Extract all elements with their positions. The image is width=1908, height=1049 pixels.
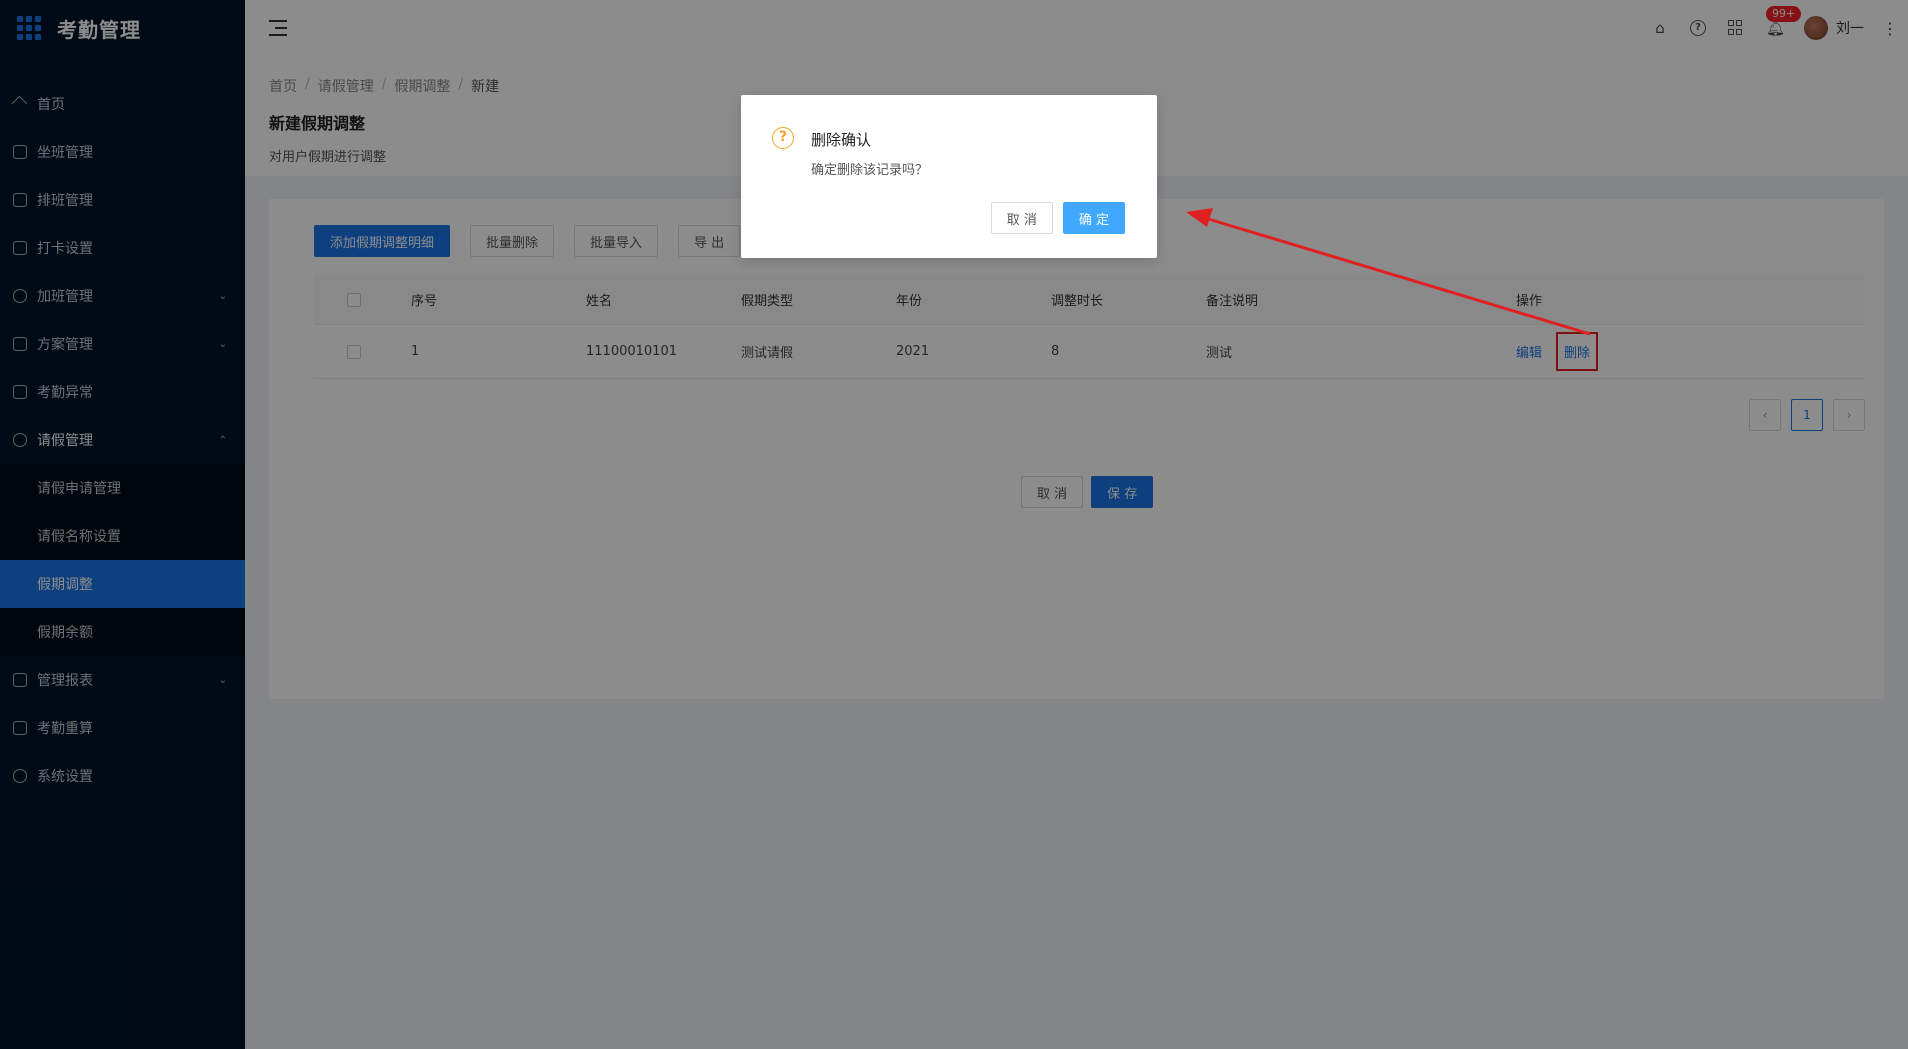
dialog-title: 删除确认 [811, 131, 872, 149]
delete-confirm-dialog: ? 删除确认 确定删除该记录吗？ 取 消 确 定 [741, 95, 1157, 258]
dialog-actions: 取 消 确 定 [981, 202, 1125, 234]
dialog-content: 确定删除该记录吗？ [811, 163, 929, 178]
dialog-cancel-button[interactable]: 取 消 [990, 202, 1053, 234]
question-icon: ? [772, 127, 794, 149]
dialog-ok-button[interactable]: 确 定 [1062, 202, 1125, 234]
